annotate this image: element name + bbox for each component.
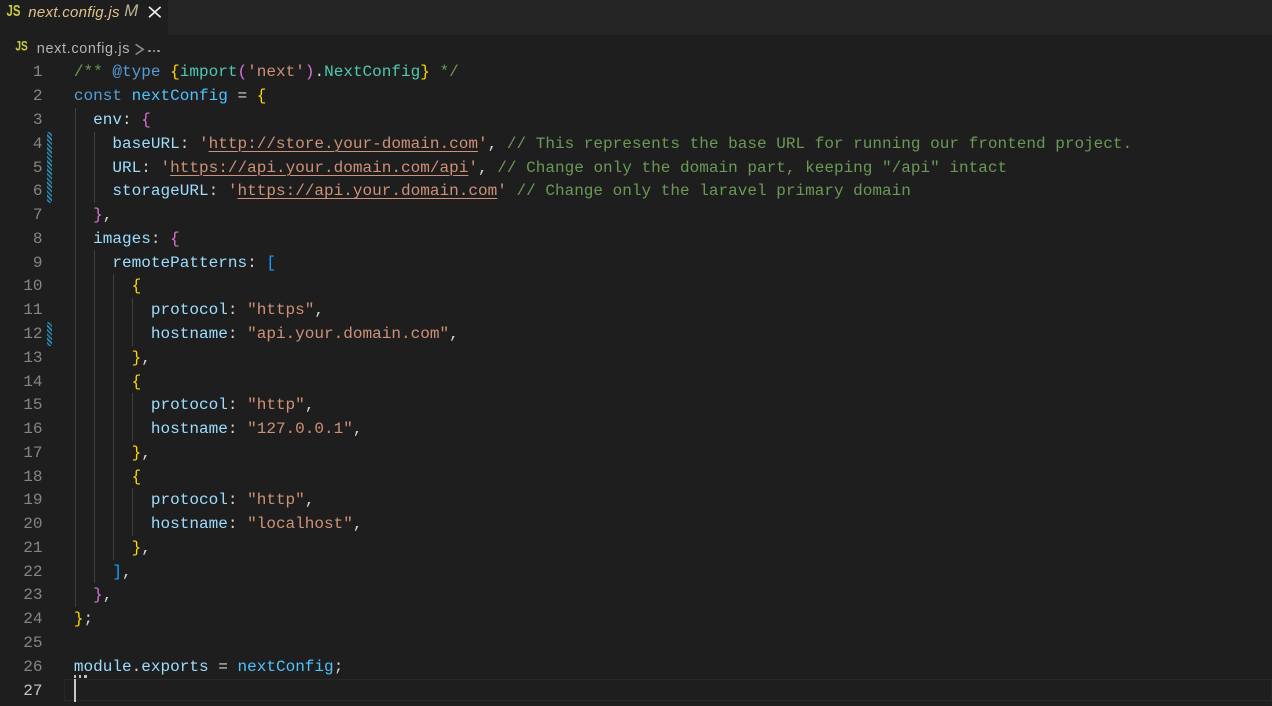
svg-text:JS: JS: [7, 4, 21, 19]
svg-text:JS: JS: [15, 40, 27, 53]
